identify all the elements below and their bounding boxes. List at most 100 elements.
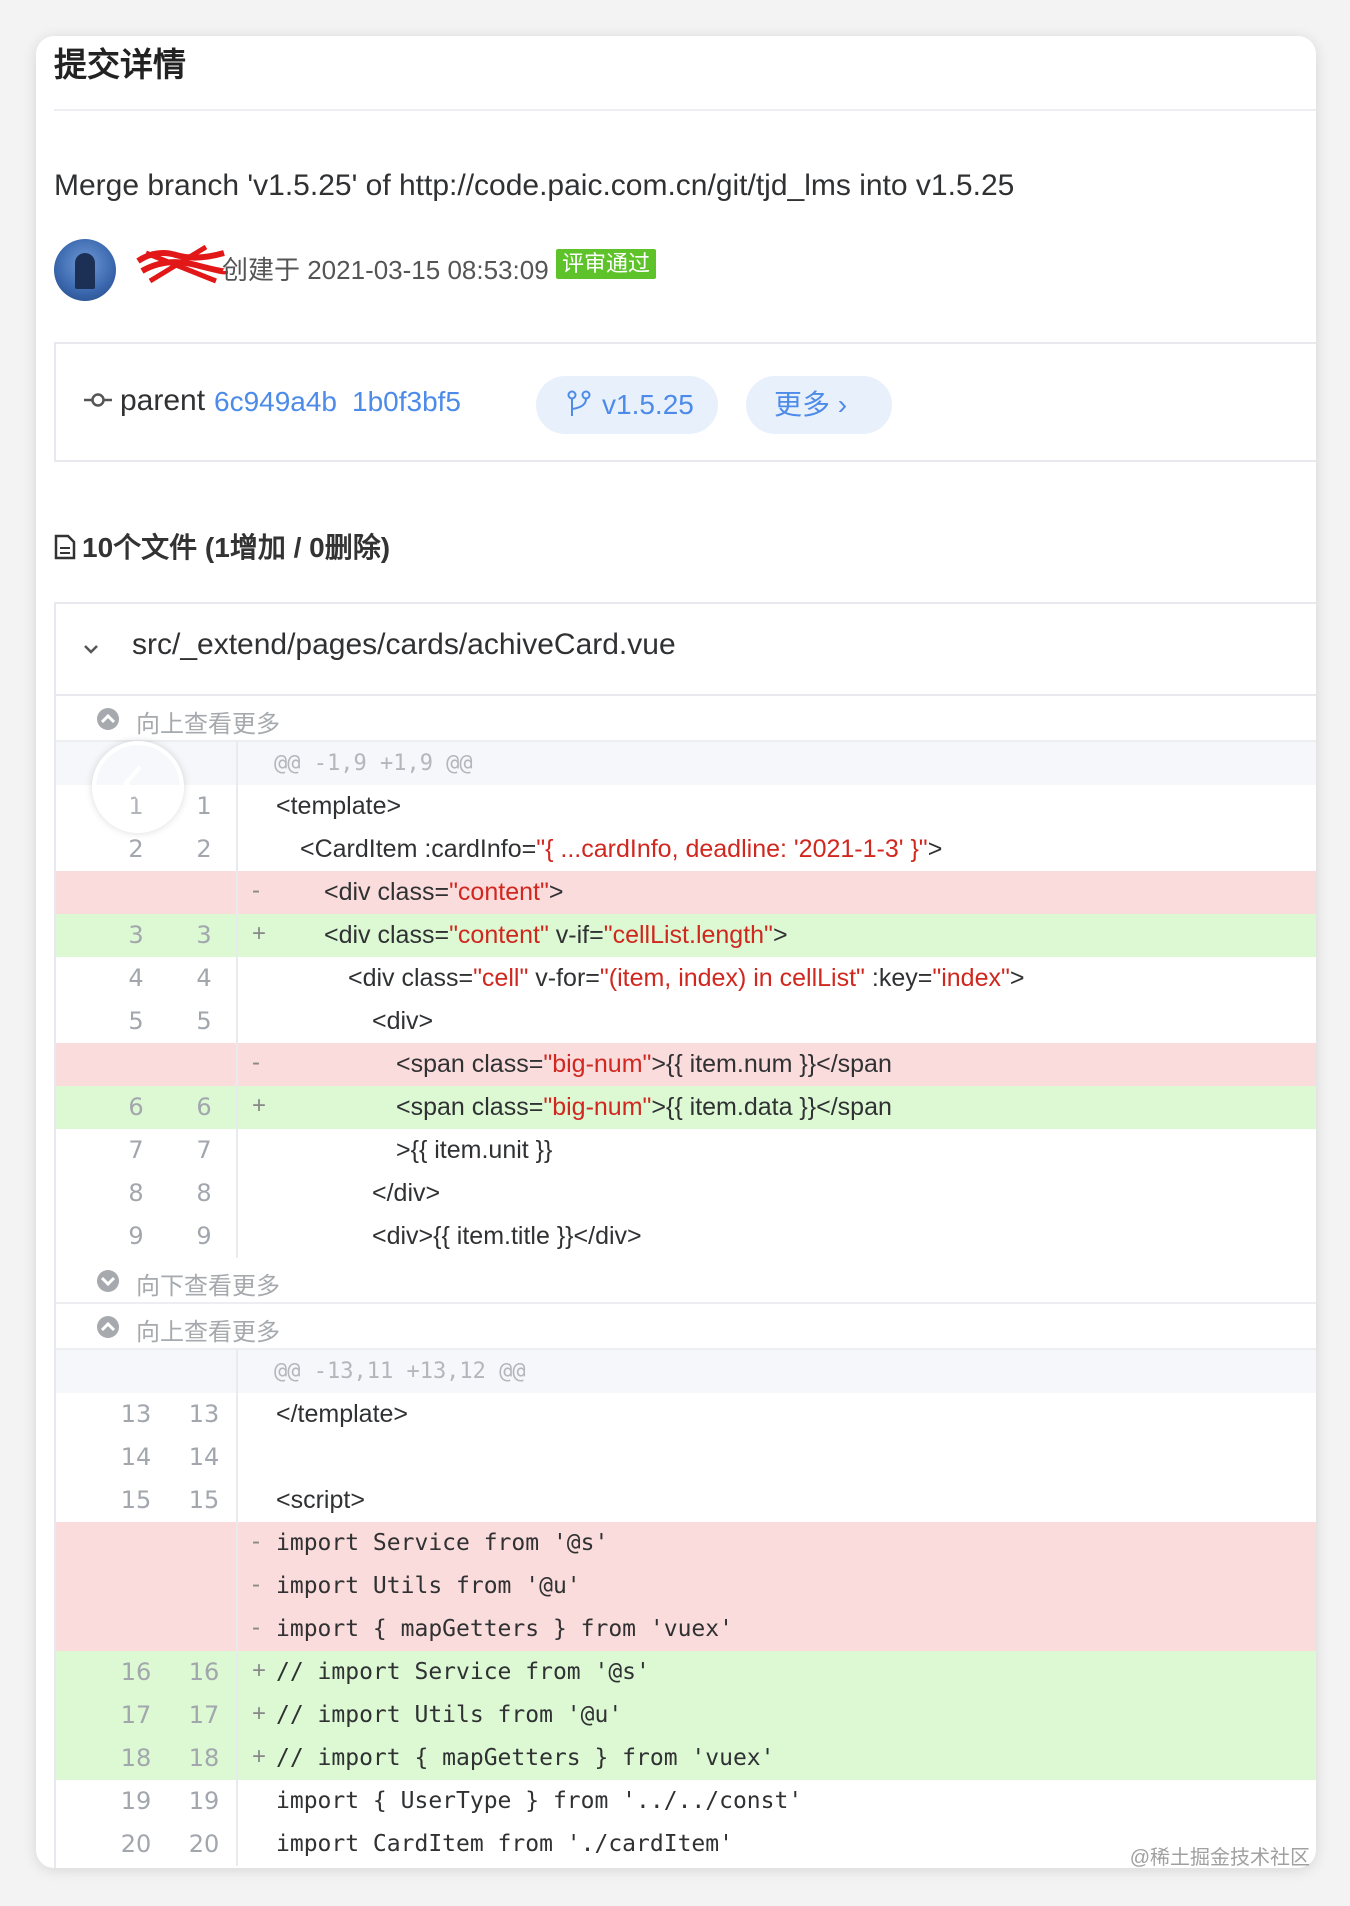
gutter-divider <box>236 1215 238 1258</box>
hunk-header-text: @@ -1,9 +1,9 @@ <box>274 751 473 776</box>
gutter-divider <box>236 1129 238 1172</box>
code-text: // import Utils from '@u' <box>276 1702 623 1728</box>
diff-line-context: 8 8 </div> <box>56 1172 1316 1215</box>
diff-sign: - <box>252 1528 260 1555</box>
diff-line-context: 4 4 <div class="cell" v-for="(item, index)… <box>56 957 1316 1000</box>
diff-line-removed: - <div class="content"> <box>56 871 1316 914</box>
watermark: @稀土掘金技术社区 <box>1129 1847 1310 1869</box>
code-text: // import Service from '@s' <box>276 1659 650 1685</box>
code-text: <template> <box>276 792 402 820</box>
diff-line-added: 16 16 + // import Service from '@s' <box>56 1651 1316 1694</box>
gutter-divider <box>236 785 238 828</box>
code-text: import Service from '@s' <box>276 1530 609 1556</box>
expand-down-button[interactable]: 向下查看更多 <box>56 1258 1316 1304</box>
old-line-number: 13 <box>120 1400 152 1428</box>
parent-hash-link[interactable]: 1b0f3bf5 <box>352 386 461 418</box>
code-text: <CardItem :cardInfo="{ ...cardInfo, dead… <box>300 835 943 863</box>
old-line-number: 19 <box>120 1787 152 1815</box>
expand-up-button[interactable]: 向上查看更多 <box>56 696 1316 742</box>
diff-line-context: 20 20 import CardItem from './cardItem' <box>56 1823 1316 1866</box>
avatar-figure <box>75 253 95 289</box>
hunk-header-text: @@ -13,11 +13,12 @@ <box>274 1359 526 1384</box>
expand-up-label: 向上查看更多 <box>136 711 280 738</box>
gutter-divider <box>236 828 238 871</box>
diff-sign: - <box>252 1049 260 1076</box>
branch-label: v1.5.25 <box>602 389 694 420</box>
new-line-number: 8 <box>196 1179 212 1207</box>
diff-hunk-2: @@ -13,11 +13,12 @@ 13 13 </template> 14 14 15… <box>56 1350 1316 1866</box>
gutter-divider <box>236 1393 238 1436</box>
expand-down-label: 向下查看更多 <box>136 1273 280 1300</box>
new-line-number: 3 <box>196 921 212 949</box>
new-line-number: 19 <box>188 1787 220 1815</box>
code-text: import Utils from '@u' <box>276 1573 581 1599</box>
code-text: <script> <box>276 1486 365 1514</box>
gutter-divider <box>236 1651 238 1694</box>
gutter-divider <box>236 1172 238 1215</box>
gutter-divider <box>236 1350 238 1393</box>
new-line-number: 6 <box>196 1093 212 1121</box>
code-text: <div class="content" v-if="cellList.leng… <box>324 921 788 949</box>
branch-icon <box>567 390 591 416</box>
gutter-divider <box>236 871 238 914</box>
diff-line-removed: - import { mapGetters } from 'vuex' <box>56 1608 1316 1651</box>
title-divider <box>54 109 1316 111</box>
old-line-number: 3 <box>128 921 144 949</box>
diff-line-context: 14 14 <box>56 1436 1316 1479</box>
diff-line-context: 1 1 <template> <box>56 785 1316 828</box>
old-line-number: 18 <box>120 1744 152 1772</box>
old-line-number: 7 <box>128 1136 144 1164</box>
expand-up-button[interactable]: 向上查看更多 <box>56 1304 1316 1350</box>
old-line-number: 20 <box>120 1830 152 1858</box>
chevron-down-icon[interactable] <box>82 640 100 658</box>
code-text: // import { mapGetters } from 'vuex' <box>276 1745 775 1771</box>
avatar[interactable] <box>54 239 116 301</box>
diff-line-added: 6 6 + <span class="big-num">{{ item.data }}… <box>56 1086 1316 1129</box>
gutter-divider <box>236 1565 238 1608</box>
commit-detail-card: 提交详情 Merge branch 'v1.5.25' of http://co… <box>36 36 1316 1868</box>
diff-sign: - <box>252 877 260 904</box>
more-button[interactable]: 更多 › <box>746 376 892 434</box>
new-line-number: 18 <box>188 1744 220 1772</box>
gutter-divider <box>236 1086 238 1129</box>
back-nav-button[interactable] <box>92 741 184 833</box>
gutter-divider <box>236 1000 238 1043</box>
chevron-left-icon <box>123 765 142 801</box>
gutter-divider <box>236 1043 238 1086</box>
file-diff: src/_extend/pages/cards/achiveCard.vue 向… <box>54 602 1316 1868</box>
old-line-number: 5 <box>128 1007 144 1035</box>
branch-button[interactable]: v1.5.25 <box>536 376 718 434</box>
diff-line-context: 2 2 <CardItem :cardInfo="{ ...cardInfo, de… <box>56 828 1316 871</box>
gutter-divider <box>236 1823 238 1866</box>
old-line-number: 9 <box>128 1222 144 1250</box>
old-line-number: 14 <box>120 1443 152 1471</box>
hunk-header: @@ -1,9 +1,9 @@ <box>56 742 1316 785</box>
diff-line-removed: - import Service from '@s' <box>56 1522 1316 1565</box>
code-text: </div> <box>372 1179 441 1207</box>
diff-line-added: 18 18 + // import { mapGetters } from 'vuex… <box>56 1737 1316 1780</box>
parent-hash-link[interactable]: 6c949a4b <box>214 386 337 418</box>
old-line-number: 15 <box>120 1486 152 1514</box>
new-line-number: 4 <box>196 964 212 992</box>
arrow-up-circle-icon <box>97 1316 119 1338</box>
old-line-number: 4 <box>128 964 144 992</box>
diff-sign: + <box>252 1700 267 1727</box>
gutter-divider <box>236 1694 238 1737</box>
gutter-divider <box>236 1737 238 1780</box>
new-line-number: 5 <box>196 1007 212 1035</box>
new-line-number: 2 <box>196 835 212 863</box>
diff-sign: - <box>252 1614 260 1641</box>
new-line-number: 16 <box>188 1658 220 1686</box>
new-line-number: 13 <box>188 1400 220 1428</box>
redacted-author-scribble <box>136 244 228 284</box>
new-line-number: 20 <box>188 1830 220 1858</box>
diff-line-added: 17 17 + // import Utils from '@u' <box>56 1694 1316 1737</box>
old-line-number: 16 <box>120 1658 152 1686</box>
expand-up-label: 向上查看更多 <box>136 1319 280 1346</box>
diff-line-context: 19 19 import { UserType } from '../../cons… <box>56 1780 1316 1823</box>
code-text: </template> <box>276 1400 409 1428</box>
gutter-divider <box>236 914 238 957</box>
file-header[interactable]: src/_extend/pages/cards/achiveCard.vue <box>56 604 1316 696</box>
new-line-number: 17 <box>188 1701 220 1729</box>
gutter-divider <box>236 1608 238 1651</box>
